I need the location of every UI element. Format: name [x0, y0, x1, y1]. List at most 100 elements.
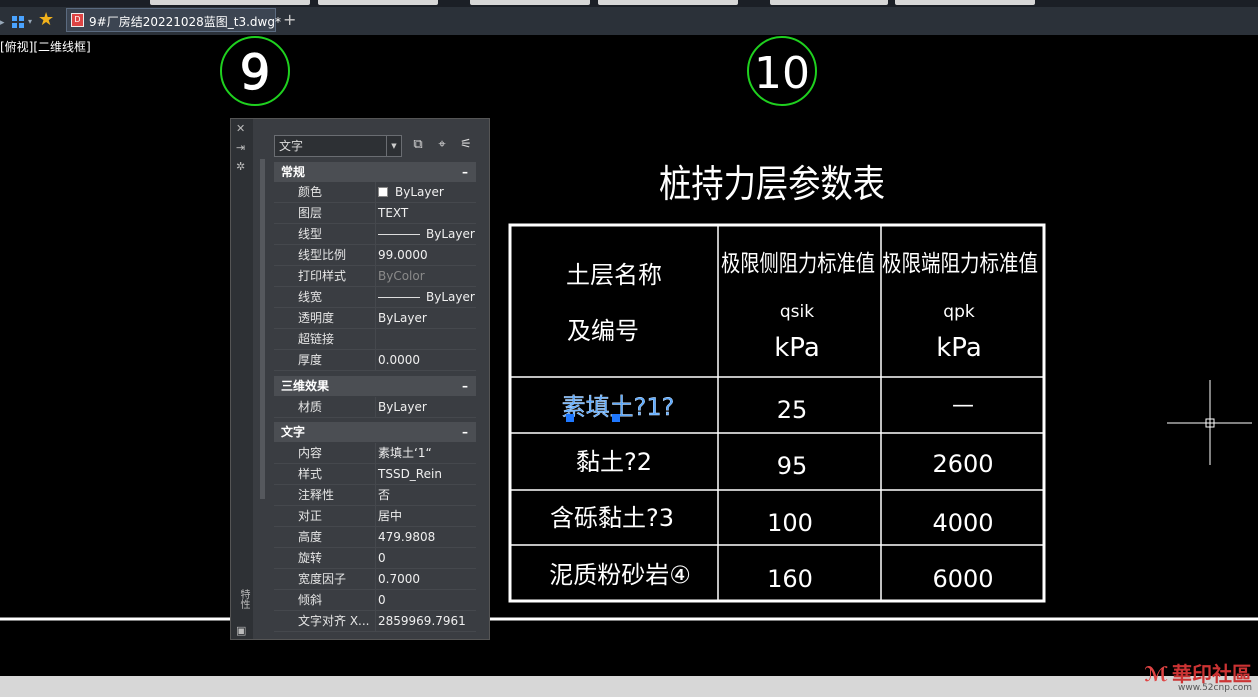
palette-menu-icon[interactable]: ▣: [236, 625, 246, 637]
property-value[interactable]: ByLayer: [375, 397, 475, 417]
hidden-tab[interactable]: [470, 0, 590, 5]
chevron-down-icon[interactable]: ▾: [28, 17, 32, 26]
new-tab-button[interactable]: +: [283, 10, 296, 29]
tab-scroll-icon[interactable]: ▸: [0, 18, 5, 28]
palette-titlebar[interactable]: ✕ ⇥ ✲ 特性 ▣: [231, 119, 253, 639]
drawing-canvas[interactable]: 9 10 桩持力层参数表 土层名称 及编号 极限侧阻力标准值 qsik kPa …: [0, 35, 1258, 676]
star-icon[interactable]: ★: [38, 10, 54, 30]
property-row[interactable]: 厚度 0.0000: [274, 350, 476, 371]
property-row[interactable]: 高度 479.9808: [274, 527, 476, 548]
property-value[interactable]: 素填土‘1“: [375, 443, 475, 463]
property-name: 打印样式: [298, 269, 347, 283]
select-objects-icon[interactable]: ⌖: [433, 136, 451, 154]
axis-label-10: 10: [754, 48, 810, 99]
property-row[interactable]: 线型 ByLayer: [274, 224, 476, 245]
end-resistance-cell: 2600: [932, 450, 993, 478]
top-tab-strip: [0, 0, 1258, 7]
viewport-controls[interactable]: [俯视][二维线框]: [0, 38, 91, 55]
collapse-icon[interactable]: –: [462, 376, 468, 396]
header-soil-name: 土层名称: [566, 261, 662, 289]
property-value[interactable]: 479.9808: [375, 527, 475, 547]
tab-document[interactable]: D 9#厂房结20221028蓝图_t3.dwg*: [66, 8, 281, 32]
property-row[interactable]: 旋转 0: [274, 548, 476, 569]
hidden-tab[interactable]: [598, 0, 738, 5]
section-text[interactable]: 文字 –: [274, 422, 476, 442]
collapse-icon[interactable]: –: [462, 422, 468, 442]
property-value[interactable]: 居中: [375, 506, 475, 526]
property-row[interactable]: 线型比例 99.0000: [274, 245, 476, 266]
toggle-pickadd-icon[interactable]: ⧉: [409, 136, 427, 154]
property-value[interactable]: ByLayer: [375, 182, 475, 202]
soil-name-cell: 黏土?2: [576, 448, 652, 476]
property-row[interactable]: 颜色 ByLayer: [274, 182, 476, 203]
property-name: 材质: [298, 400, 323, 414]
section-3d-effects[interactable]: 三维效果 –: [274, 376, 476, 396]
end-resistance-cell: 4000: [932, 509, 993, 537]
start-grid-icon[interactable]: [12, 16, 24, 28]
property-name: 超链接: [298, 332, 335, 346]
hidden-tab[interactable]: [895, 0, 1035, 5]
property-row[interactable]: 超链接: [274, 329, 476, 350]
property-value[interactable]: ByColor: [375, 266, 475, 286]
property-value[interactable]: [375, 329, 475, 349]
property-row[interactable]: 线宽 ByLayer: [274, 287, 476, 308]
property-row[interactable]: 倾斜 0: [274, 590, 476, 611]
object-type-value: 文字: [279, 139, 304, 153]
status-bar: [0, 676, 1258, 697]
property-row[interactable]: 注释性 否: [274, 485, 476, 506]
autohide-icon[interactable]: ⇥: [236, 142, 245, 154]
chevron-down-icon[interactable]: ▼: [386, 136, 401, 156]
quick-select-icon[interactable]: ⚟: [457, 136, 475, 154]
hidden-tab[interactable]: [770, 0, 888, 5]
scrollbar-thumb[interactable]: [260, 159, 265, 499]
property-row[interactable]: 图层 TEXT: [274, 203, 476, 224]
property-value-text: ByLayer: [395, 185, 444, 199]
property-value[interactable]: ByLayer: [375, 224, 475, 244]
property-value[interactable]: 0: [375, 590, 475, 610]
lineweight-preview: [378, 297, 420, 298]
hidden-tab[interactable]: [318, 0, 438, 5]
property-row[interactable]: 样式 TSSD_Rein: [274, 464, 476, 485]
property-value[interactable]: ByLayer: [375, 308, 475, 328]
property-row[interactable]: 材质 ByLayer: [274, 397, 476, 418]
grip-handle[interactable]: [566, 414, 574, 422]
hidden-tab[interactable]: [150, 0, 310, 5]
object-type-select[interactable]: 文字 ▼: [274, 135, 402, 157]
property-row[interactable]: 透明度 ByLayer: [274, 308, 476, 329]
section-title: 常规: [281, 165, 306, 179]
property-value[interactable]: 0: [375, 548, 475, 568]
property-value[interactable]: 否: [375, 485, 475, 505]
property-value[interactable]: 0.7000: [375, 569, 475, 589]
collapse-icon[interactable]: –: [462, 162, 468, 182]
property-row[interactable]: 内容 素填土‘1“: [274, 443, 476, 464]
property-row[interactable]: 打印样式 ByColor: [274, 266, 476, 287]
property-value[interactable]: TSSD_Rein: [375, 464, 475, 484]
section-title: 三维效果: [281, 379, 330, 393]
dwg-file-icon: D: [71, 13, 84, 27]
property-name: 图层: [298, 206, 323, 220]
section-general[interactable]: 常规 –: [274, 162, 476, 182]
property-name: 内容: [298, 446, 323, 460]
palette-scrollbar[interactable]: [260, 159, 265, 499]
header-soil-number: 及编号: [567, 317, 639, 345]
property-value[interactable]: 2859969.7961: [375, 611, 475, 631]
property-name: 颜色: [298, 185, 323, 199]
property-row[interactable]: 宽度因子 0.7000: [274, 569, 476, 590]
grip-handle[interactable]: [612, 414, 620, 422]
gear-icon[interactable]: ✲: [236, 161, 245, 173]
header-side-resistance: 极限侧阻力标准值: [721, 251, 875, 277]
properties-palette: ✕ ⇥ ✲ 特性 ▣ 文字 ▼ ⧉ ⌖ ⚟ 常规 – 颜色 ByLayer 图层 T…: [230, 118, 490, 640]
close-icon[interactable]: ✕: [236, 123, 245, 135]
header-end-resistance: 极限端阻力标准值: [882, 251, 1038, 277]
property-row[interactable]: 对正 居中: [274, 506, 476, 527]
property-row[interactable]: 文字对齐 X... 2859969.7961: [274, 611, 476, 632]
end-resistance-cell: 6000: [932, 565, 993, 593]
property-value[interactable]: ByLayer: [375, 287, 475, 307]
watermark-icon: ℳ: [1144, 662, 1168, 686]
soil-name-cell: 泥质粉砂岩④: [549, 561, 691, 589]
property-value[interactable]: 0.0000: [375, 350, 475, 370]
side-resistance-cell: 160: [767, 565, 813, 593]
property-value[interactable]: 99.0000: [375, 245, 475, 265]
property-value[interactable]: TEXT: [375, 203, 475, 223]
soil-name-cell: 含砾黏土?3: [550, 504, 674, 532]
